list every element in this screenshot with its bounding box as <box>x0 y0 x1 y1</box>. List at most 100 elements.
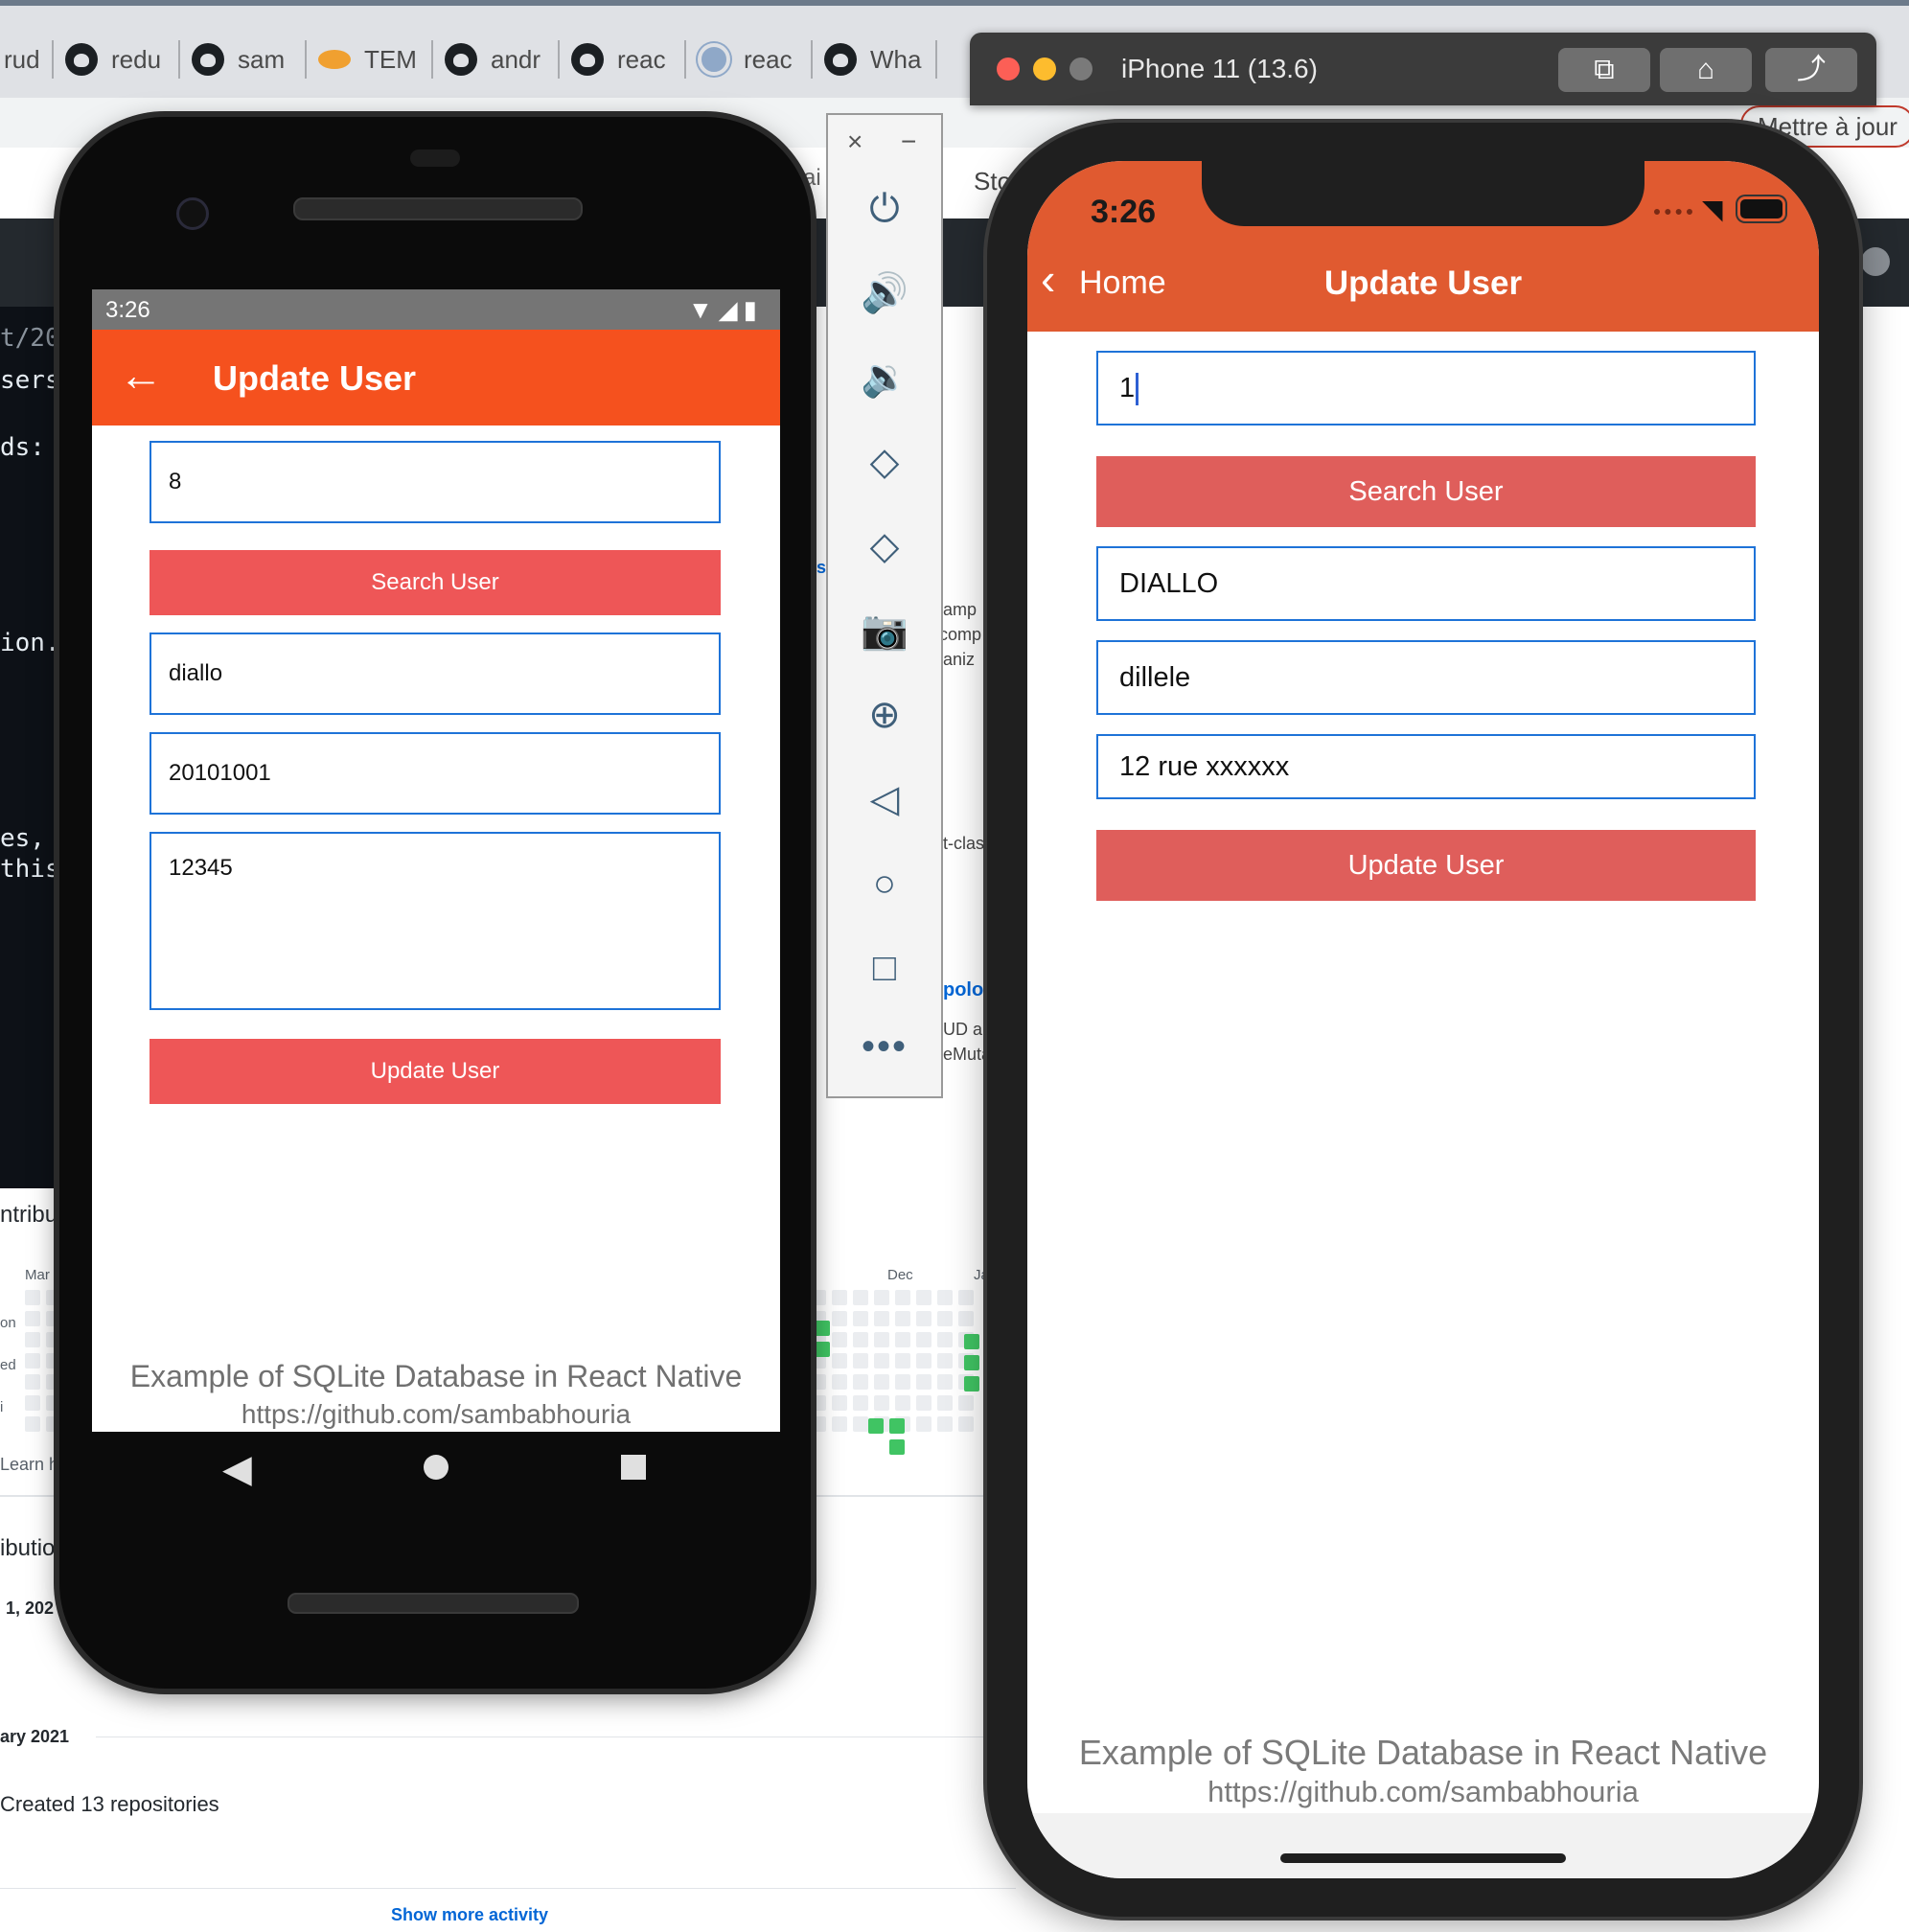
back-icon[interactable]: ◁ <box>828 776 941 822</box>
calendar-day-cell <box>25 1332 40 1347</box>
tab-label: reac <box>744 44 793 74</box>
calendar-day-cell <box>853 1353 868 1368</box>
browser-tab[interactable]: TEM <box>318 33 417 86</box>
show-more-activity-link[interactable]: Show more activity <box>391 1905 548 1925</box>
user-id-input[interactable]: 8 <box>150 441 721 523</box>
minimize-icon[interactable]: − <box>901 126 916 157</box>
nav-home-icon[interactable] <box>424 1455 448 1480</box>
battery-icon <box>1740 199 1782 218</box>
name-input[interactable]: diallo <box>150 632 721 715</box>
snippet: UD ap <box>943 1020 993 1039</box>
home-button-icon[interactable]: ⌂ <box>1660 48 1752 92</box>
browser-tab[interactable]: Wha <box>824 33 921 86</box>
calendar-day-cell <box>937 1353 953 1368</box>
window-close-icon[interactable] <box>997 58 1020 80</box>
rotate-right-icon[interactable]: ◇ <box>828 523 941 569</box>
android-camera <box>176 197 209 230</box>
home-icon[interactable]: ○ <box>828 861 941 907</box>
snippet: aniz <box>943 650 976 669</box>
camera-icon[interactable]: 📷 <box>828 608 941 654</box>
screenshot-icon[interactable]: ⧉ <box>1558 48 1650 92</box>
calendar-day-cell <box>25 1374 40 1390</box>
calendar-day-cell <box>964 1355 979 1370</box>
search-user-button[interactable]: Search User <box>150 550 721 615</box>
search-user-button[interactable]: Search User <box>1096 456 1756 527</box>
calendar-day-cell <box>958 1311 974 1326</box>
back-arrow-icon[interactable]: ← <box>119 351 163 399</box>
calendar-day-cell <box>853 1290 868 1305</box>
update-user-button[interactable]: Update User <box>150 1039 721 1104</box>
zoom-icon[interactable]: ⊕ <box>828 692 941 738</box>
update-user-button[interactable]: Update User <box>1096 830 1756 901</box>
calendar-day-cell <box>964 1376 979 1392</box>
android-status-bar: 3:26 ▼◢▮ <box>92 289 780 330</box>
tab-separator <box>811 40 813 79</box>
volume-down-icon[interactable]: 🔉 <box>828 355 941 401</box>
calendar-day-cell <box>832 1395 847 1411</box>
window-zoom-icon[interactable] <box>1070 58 1092 80</box>
contact-input[interactable]: dillele <box>1096 640 1756 715</box>
calendar-day-cell <box>937 1332 953 1347</box>
tab-separator <box>935 40 937 79</box>
nav-back-icon[interactable]: ◀ <box>222 1447 252 1491</box>
window-minimize-icon[interactable] <box>1033 58 1056 80</box>
calendar-day-cell <box>916 1395 932 1411</box>
page-title: Update User <box>1323 264 1523 302</box>
calendar-day-cell <box>811 1374 826 1390</box>
calendar-day-cell <box>25 1290 40 1305</box>
address-input[interactable]: 12 rue xxxxxx <box>1096 734 1756 799</box>
calendar-day-cell <box>832 1290 847 1305</box>
tab-separator <box>178 40 180 79</box>
nav-overview-icon[interactable] <box>621 1455 646 1480</box>
user-id-input[interactable]: 1 <box>1096 351 1756 426</box>
code-line: this <box>0 855 60 884</box>
power-icon[interactable]: ⏻ <box>828 186 941 232</box>
android-earpiece <box>293 197 583 220</box>
overview-icon[interactable]: □ <box>828 945 941 991</box>
footer-url[interactable]: https://github.com/sambabhouria <box>92 1399 780 1430</box>
footer-title: Example of SQLite Database in React Nati… <box>129 1359 743 1393</box>
browser-tab[interactable]: andr <box>445 33 540 86</box>
rotate-left-icon[interactable]: ◇ <box>828 439 941 485</box>
browser-tab[interactable]: redu <box>65 33 161 86</box>
calendar-day-cell <box>916 1416 932 1432</box>
activity-item[interactable]: Created 13 repositories <box>0 1792 219 1817</box>
calendar-day-cell <box>853 1332 868 1347</box>
divider <box>0 1888 1016 1889</box>
page-title: Update User <box>213 358 417 398</box>
iphone-notch <box>1202 161 1644 226</box>
tab-label: sam <box>238 44 286 74</box>
rotate-icon[interactable]: ⤴ <box>1765 48 1857 92</box>
contact-input[interactable]: 20101001 <box>150 732 721 815</box>
calendar-day-cell <box>958 1395 974 1411</box>
snippet: comp <box>939 625 982 644</box>
tab-separator <box>558 40 560 79</box>
browser-tab[interactable]: rud <box>4 33 40 86</box>
avatar[interactable] <box>1861 247 1890 276</box>
calendar-day-cell <box>916 1311 932 1326</box>
home-indicator-area <box>1027 1813 1819 1878</box>
home-indicator[interactable] <box>1280 1853 1566 1863</box>
calendar-day-cell <box>815 1342 830 1357</box>
snippet: eMuta <box>943 1045 992 1064</box>
calendar-day-cell <box>874 1374 889 1390</box>
browser-tab[interactable]: sam <box>192 33 285 86</box>
calendar-day-cell <box>874 1395 889 1411</box>
close-icon[interactable]: × <box>847 126 862 157</box>
learn-link[interactable]: Learn h <box>0 1455 58 1475</box>
browser-tab[interactable]: reac <box>698 33 793 86</box>
android-app-bar: ← Update User <box>92 330 780 426</box>
more-icon[interactable]: ••• <box>828 1024 941 1070</box>
text-cursor <box>1136 373 1139 406</box>
footer-title: Example of SQLite Database in React Nati… <box>1078 1733 1768 1772</box>
wifi-icon: ◥ <box>1702 195 1723 224</box>
volume-up-icon[interactable]: 🔊 <box>828 270 941 316</box>
calendar-day-cell <box>874 1311 889 1326</box>
address-input[interactable]: 12345 <box>150 832 721 1010</box>
footer-url[interactable]: https://github.com/sambabhouria <box>1027 1775 1819 1809</box>
calendar-day-cell <box>895 1395 910 1411</box>
calendar-day-cell <box>895 1290 910 1305</box>
browser-tab[interactable]: reac <box>571 33 666 86</box>
name-input[interactable]: DIALLO <box>1096 546 1756 621</box>
calendar-day-cell <box>25 1395 40 1411</box>
